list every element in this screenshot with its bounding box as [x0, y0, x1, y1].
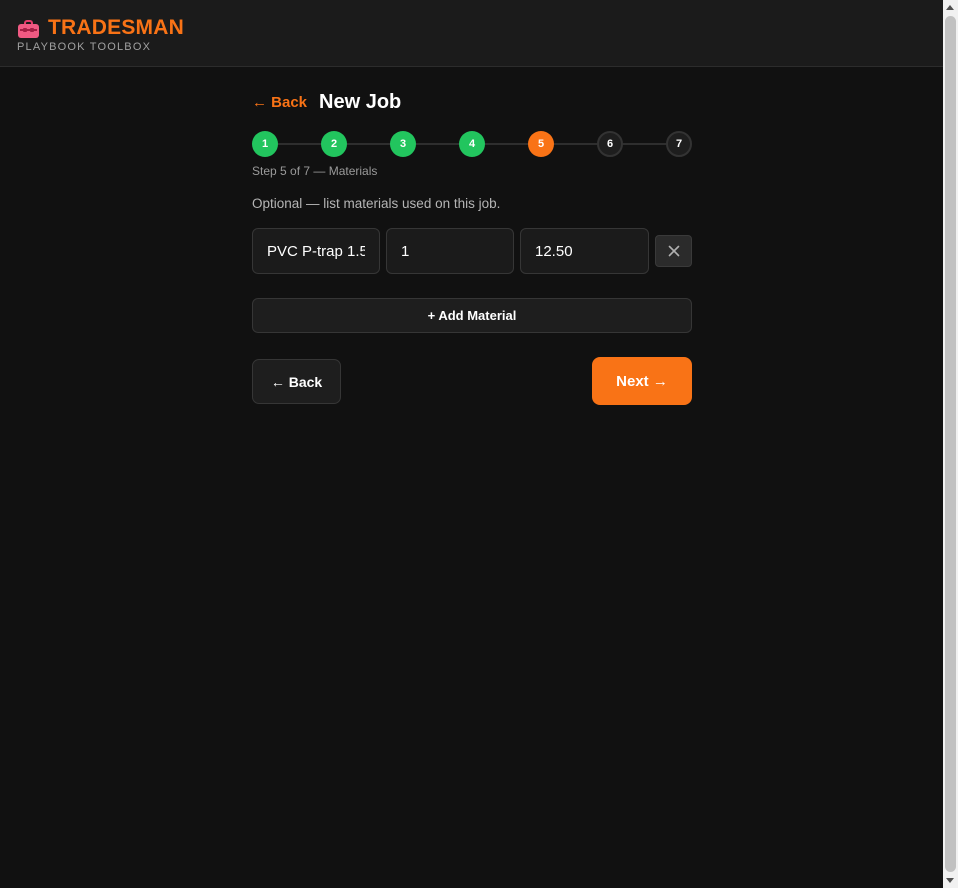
step-caption: Step 5 of 7 — Materials	[252, 164, 378, 178]
step-6[interactable]: 6	[597, 131, 623, 157]
toolbox-icon	[18, 20, 39, 38]
brand[interactable]: TRADESMAN	[18, 16, 184, 40]
step-2[interactable]: 2	[321, 131, 347, 157]
wizard-nav: ← Back Next →	[252, 357, 692, 405]
back-button[interactable]: ← Back	[252, 359, 341, 404]
form-hint: Optional — list materials used on this j…	[252, 196, 501, 211]
scrollbar-thumb[interactable]	[945, 16, 956, 872]
add-material-button[interactable]: + Add Material	[252, 298, 692, 333]
scroll-down-arrow-icon[interactable]	[946, 878, 954, 883]
top-bar: TRADESMAN PLAYBOOK TOOLBOX	[0, 0, 943, 67]
step-7[interactable]: 7	[666, 131, 692, 157]
brand-subtitle: PLAYBOOK TOOLBOX	[17, 41, 152, 53]
scroll-up-arrow-icon[interactable]	[946, 5, 954, 10]
material-name-input[interactable]	[252, 228, 380, 274]
stepper: 1 2 3 4 5 6 7	[252, 131, 692, 157]
next-button[interactable]: Next →	[592, 357, 692, 405]
step-4[interactable]: 4	[459, 131, 485, 157]
material-qty-input[interactable]	[386, 228, 514, 274]
close-icon	[668, 245, 679, 257]
page-scrollbar[interactable]	[943, 0, 958, 888]
step-5[interactable]: 5	[528, 131, 554, 157]
remove-material-button[interactable]	[655, 235, 692, 267]
step-3[interactable]: 3	[390, 131, 416, 157]
header-back-link[interactable]: ← Back	[252, 94, 307, 111]
material-price-input[interactable]	[520, 228, 649, 274]
material-row	[252, 228, 692, 274]
brand-name: TRADESMAN	[48, 16, 184, 39]
step-1[interactable]: 1	[252, 131, 278, 157]
page-title: New Job	[319, 90, 402, 113]
main-content: ← Back New Job 1 2 3 4 5 6 7 Step 5 of 7…	[252, 88, 692, 405]
page-header: ← Back New Job	[252, 88, 692, 116]
